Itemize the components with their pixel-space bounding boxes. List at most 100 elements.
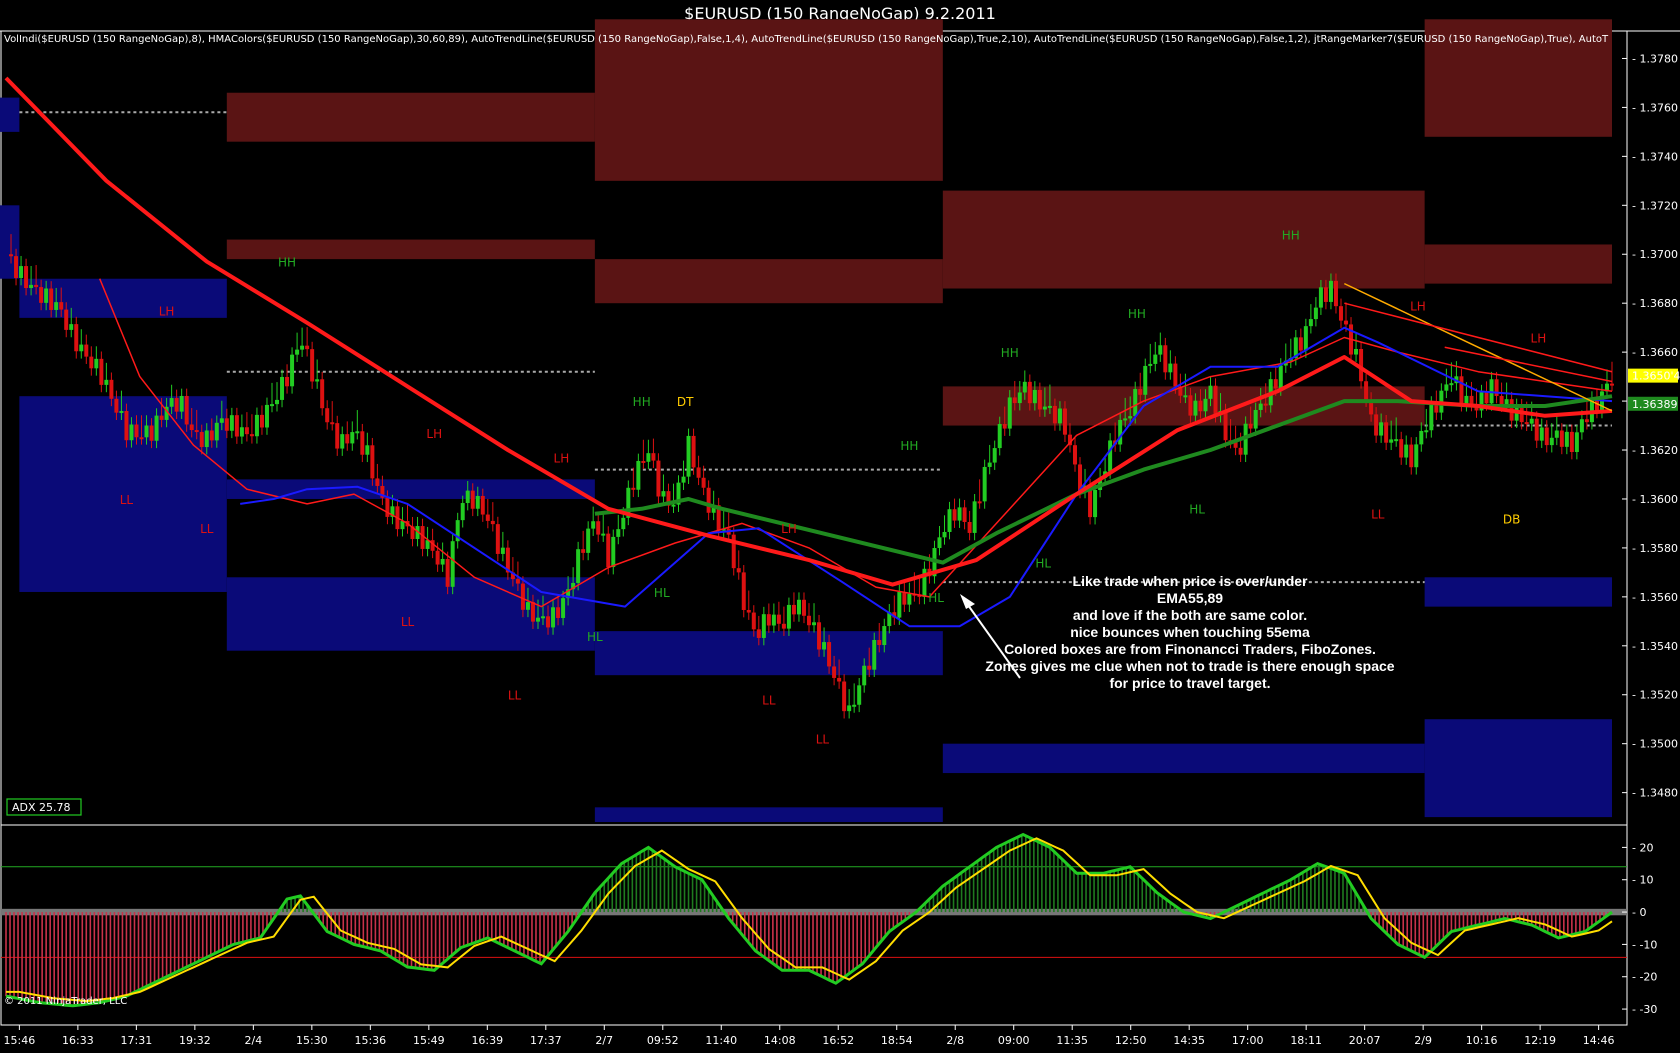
annotation-note: Like trade when price is over/under EMA5…: [960, 573, 1395, 691]
swing-label: HL: [654, 586, 670, 600]
candle-body: [736, 568, 741, 573]
swing-label: HL: [1189, 503, 1205, 517]
candle-body: [1138, 389, 1143, 395]
candle-body: [581, 549, 586, 553]
candle-body: [14, 256, 19, 278]
candle-body: [1158, 345, 1163, 355]
candle-body: [239, 427, 244, 437]
candle-body: [525, 602, 530, 610]
osc-tick-label: - 0: [1632, 906, 1646, 919]
candle-body: [1248, 423, 1253, 429]
candle-body: [541, 616, 546, 619]
candle-body: [209, 430, 214, 441]
candle-body: [1093, 489, 1098, 518]
swing-label: LL: [120, 493, 134, 507]
supply-zone: [1424, 244, 1612, 284]
time-tick-label: 14:08: [764, 1034, 796, 1047]
candle-body: [74, 324, 79, 352]
candle-body: [1022, 381, 1027, 393]
time-tick-label: 09:00: [998, 1034, 1030, 1047]
time-tick-label: 16:39: [471, 1034, 503, 1047]
candle-body: [796, 599, 801, 615]
demand-zone: [942, 743, 1425, 774]
candle-body: [1273, 379, 1278, 389]
candle-body: [259, 414, 264, 428]
time-tick-label: 11:35: [1056, 1034, 1088, 1047]
swing-label: HH: [633, 395, 651, 409]
time-tick-label: 2/8: [946, 1034, 964, 1047]
candle-body: [19, 266, 24, 278]
candle-body: [1303, 326, 1308, 351]
demand-zone: [594, 631, 943, 676]
candle-body: [1223, 411, 1228, 441]
candle-body: [1579, 419, 1584, 433]
trendline: [1344, 302, 1613, 373]
time-tick-label: 15:30: [296, 1034, 328, 1047]
candle-body: [315, 379, 320, 382]
candle-body: [1409, 444, 1414, 468]
candle-body: [300, 345, 305, 350]
candle-body: [1258, 403, 1263, 410]
candle-body: [1012, 397, 1017, 404]
price-tick-label: - 1.3500: [1632, 738, 1678, 751]
candle-body: [1123, 418, 1128, 421]
adx-label: ADX 25.78: [12, 801, 71, 814]
candle-body: [1163, 345, 1168, 373]
price-tick-label: - 1.3580: [1632, 542, 1678, 555]
candle-body: [84, 344, 89, 357]
candle-body: [661, 491, 666, 497]
candle-body: [1047, 405, 1052, 408]
chart-canvas[interactable]: LH LL LL HH LH LL LL LH HH DT HL HL LH LL LL HH HL HH HL HH…: [0, 0, 1680, 1053]
candle-body: [1484, 392, 1489, 404]
candle-body: [616, 529, 621, 537]
candle-body: [701, 477, 706, 488]
candle-body: [1610, 383, 1614, 386]
candle-body: [269, 404, 274, 407]
candle-body: [1072, 445, 1077, 465]
candle-body: [370, 445, 375, 479]
candle-body: [520, 583, 525, 610]
candle-body: [776, 614, 781, 624]
trendline: [1444, 346, 1613, 383]
candle-body: [29, 284, 34, 289]
swing-label: HH: [1001, 346, 1019, 360]
candle-body: [39, 287, 44, 303]
candle-body: [1469, 395, 1474, 404]
note-line-3: and love if the both are same color.: [1073, 607, 1307, 623]
candle-body: [1032, 389, 1037, 404]
price-axis[interactable]: - 1.3780 - 1.3760 - 1.3740 - 1.3720 - 1.3700…: [1622, 52, 1678, 800]
candle-body: [1238, 447, 1243, 455]
candle-body: [79, 344, 84, 352]
candle-body: [64, 309, 69, 330]
last-price-tag: 1.3650'4: [1628, 368, 1680, 383]
candle-body: [646, 453, 651, 462]
candle-body: [1338, 306, 1343, 321]
candle-body: [761, 614, 766, 638]
swing-label: LL: [200, 522, 214, 536]
candle-body: [596, 521, 601, 535]
price-tick-label: - 1.3760: [1632, 101, 1678, 114]
osc-tick-label: - -20: [1632, 971, 1657, 984]
candle-body: [249, 434, 254, 437]
candle-body: [1308, 319, 1313, 327]
swing-label: HH: [1128, 307, 1146, 321]
candle-body: [1429, 403, 1434, 431]
candle-body: [807, 615, 811, 626]
time-tick-label: 12:50: [1115, 1034, 1147, 1047]
time-tick-label: 17:00: [1232, 1034, 1264, 1047]
candle-body: [1554, 430, 1559, 438]
candle-body: [114, 398, 119, 413]
candle-body: [34, 284, 39, 288]
candle-body: [651, 453, 656, 461]
candle-body: [967, 522, 972, 533]
candle-body: [44, 288, 49, 303]
osc-tick-label: - -30: [1632, 1003, 1657, 1016]
candle-body: [174, 398, 179, 412]
candle-body: [897, 591, 902, 618]
candle-body: [586, 528, 591, 553]
note-line-6: Zones gives me clue when not to trade is…: [985, 658, 1394, 674]
time-axis[interactable]: 15:46 16:33 17:31 19:32 2/4 15:30 15:36 15:49 16…: [4, 1025, 1615, 1047]
time-tick-label: 2/4: [244, 1034, 262, 1047]
candle-body: [812, 622, 817, 626]
candle-body: [1333, 280, 1338, 307]
